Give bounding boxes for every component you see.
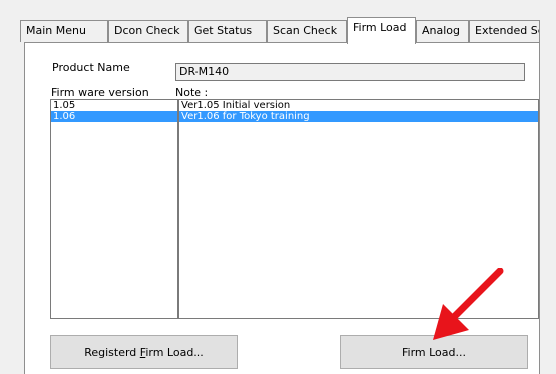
tab-dcon-check[interactable]: Dcon Check xyxy=(108,20,188,42)
firmware-version-label: Firm ware version xyxy=(51,86,149,99)
list-item[interactable]: Ver1.05 Initial version xyxy=(179,100,538,111)
red-arrow-icon xyxy=(433,268,504,340)
tab-scan-check[interactable]: Scan Check xyxy=(267,20,347,42)
list-item-selected[interactable]: Ver1.06 for Tokyo training xyxy=(179,111,538,122)
registered-firm-load-button[interactable]: Registerd Firm Load... xyxy=(50,335,238,369)
list-item[interactable]: 1.05 xyxy=(51,100,177,111)
tab-main-menu[interactable]: Main Menu xyxy=(20,20,108,42)
product-name-field: DR-M140 xyxy=(175,63,525,81)
tab-firm-load[interactable]: Firm Load xyxy=(347,17,416,44)
note-label: Note : xyxy=(175,86,209,99)
product-name-label: Product Name xyxy=(52,61,130,74)
registered-firm-load-suffix: irm Load... xyxy=(145,346,204,359)
registered-firm-load-prefix: Registerd xyxy=(84,346,140,359)
tab-get-status[interactable]: Get Status xyxy=(188,20,267,42)
tab-analog[interactable]: Analog xyxy=(416,20,469,42)
tab-extended-setting[interactable]: Extended Setting xyxy=(469,20,540,42)
firmware-version-list[interactable]: 1.05 1.06 xyxy=(50,99,178,319)
list-item-selected[interactable]: 1.06 xyxy=(51,111,177,122)
